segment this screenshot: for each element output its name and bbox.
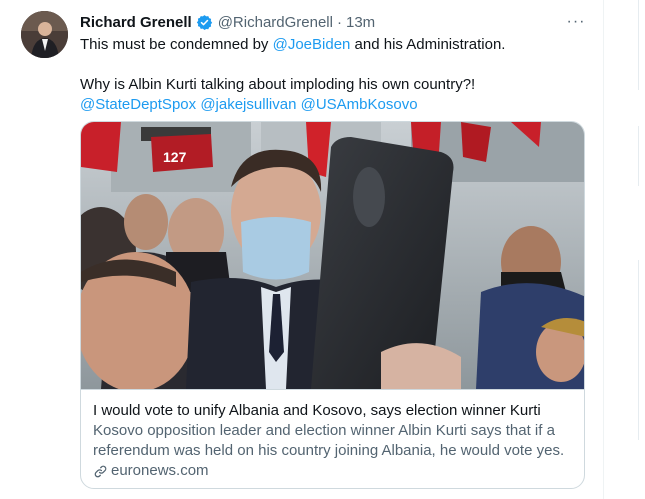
card-image[interactable]: 127	[81, 122, 584, 389]
card-meta[interactable]: I would vote to unify Albania and Kosovo…	[81, 389, 584, 488]
card-domain[interactable]: euronews.com	[93, 461, 574, 481]
link-icon	[94, 465, 107, 477]
mention-joebiden[interactable]: @JoeBiden	[273, 36, 351, 53]
link-card[interactable]: 127 I would vote to unify Albania and Ko…	[80, 121, 585, 489]
more-icon[interactable]: ···	[566, 12, 586, 32]
divider	[638, 126, 639, 186]
avatar[interactable]	[21, 11, 68, 58]
right-column	[604, 0, 645, 499]
separator-dot: ·	[336, 13, 342, 31]
card-description: Kosovo opposition leader and election wi…	[93, 422, 565, 459]
author-handle[interactable]: @RichardGrenell	[218, 14, 333, 31]
tweet[interactable]: Richard Grenell @RichardGrenell · 13m ··…	[0, 0, 604, 499]
mention-statedeptspox[interactable]: @StateDeptSpox	[80, 96, 196, 113]
tweet-text: This must be condemned by @JoeBiden and …	[80, 35, 585, 115]
author-name[interactable]: Richard Grenell	[80, 14, 192, 31]
tweet-header: Richard Grenell @RichardGrenell · 13m	[80, 12, 375, 32]
sign-text: 127	[163, 149, 187, 165]
tweet-text-line2: Why is Albin Kurti talking about implodi…	[80, 76, 476, 93]
card-title[interactable]: I would vote to unify Albania and Kosovo…	[93, 401, 574, 421]
divider	[638, 0, 639, 90]
tweet-timestamp[interactable]: 13m	[346, 14, 375, 31]
tweet-text-line1-start: This must be condemned by	[80, 36, 273, 53]
divider	[638, 260, 639, 440]
mention-usambkosovo[interactable]: @USAmbKosovo	[301, 96, 418, 113]
mention-jakejsullivan[interactable]: @jakejsullivan	[200, 96, 296, 113]
verified-badge-icon	[196, 14, 212, 30]
card-domain-text[interactable]: euronews.com	[111, 461, 209, 481]
tweet-text-line1-end: and his Administration.	[350, 36, 506, 53]
